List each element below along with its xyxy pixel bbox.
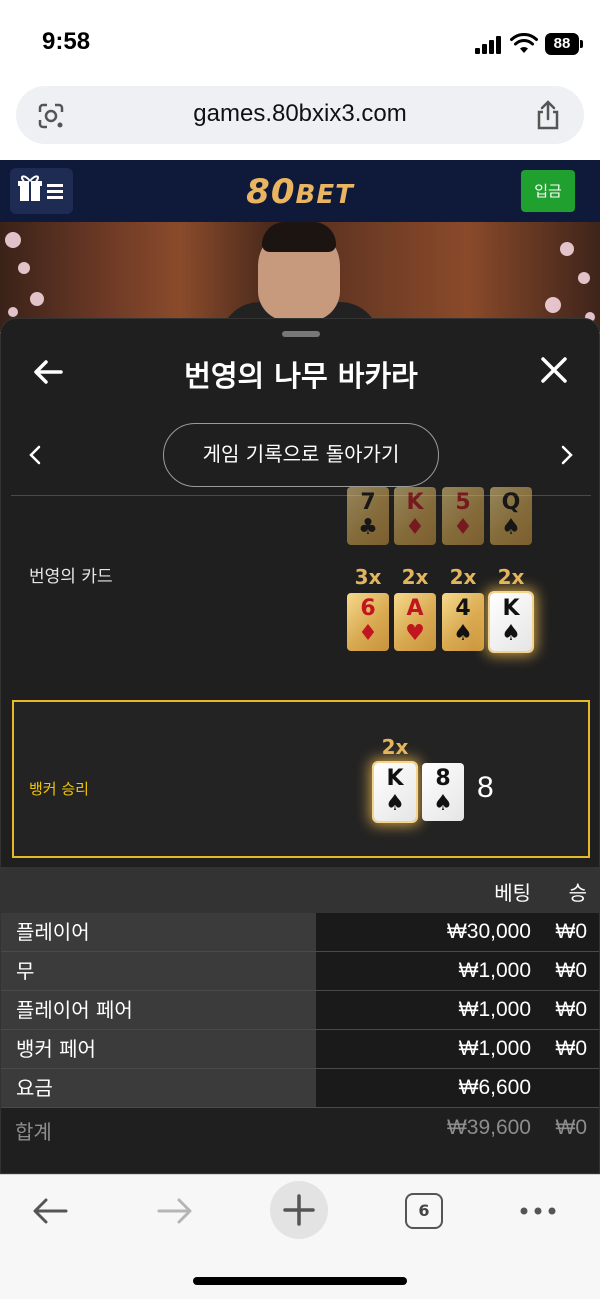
multiplier-label: 3x bbox=[354, 565, 382, 589]
total-bet: ₩39,600 bbox=[446, 1116, 531, 1139]
site-header: 80BET 입금 bbox=[0, 160, 600, 222]
logo-number: 80 bbox=[246, 172, 296, 212]
forward-icon[interactable] bbox=[155, 1195, 195, 1227]
multiplier-label: 2x bbox=[497, 565, 525, 589]
bet-amount: ₩1,000 bbox=[458, 959, 531, 982]
table-row: 뱅커 페어 ₩1,000 ₩0 bbox=[1, 1030, 599, 1069]
card: 7 ♣ bbox=[347, 487, 389, 545]
bet-amount: ₩6,600 bbox=[458, 1076, 531, 1099]
deposit-button[interactable]: 입금 bbox=[521, 170, 575, 212]
result-box bbox=[12, 700, 590, 858]
battery-icon: 88 bbox=[545, 33, 583, 55]
chevron-left-icon[interactable] bbox=[25, 443, 45, 467]
card: 6 ♦ bbox=[347, 593, 389, 651]
logo-text: BET bbox=[295, 180, 354, 210]
column-header-win: 승 bbox=[568, 881, 587, 905]
home-indicator bbox=[193, 1277, 407, 1285]
banker-card: 8 ♠ bbox=[422, 763, 464, 821]
sheet-title: 번영의 나무 바카라 bbox=[184, 359, 418, 393]
chevron-right-icon[interactable] bbox=[557, 443, 577, 467]
plus-icon bbox=[283, 1194, 315, 1226]
bet-table: 베팅 승 플레이어 ₩30,000 ₩0 무 ₩1,000 ₩0 플레이어 페어… bbox=[1, 867, 599, 1148]
table-row: 무 ₩1,000 ₩0 bbox=[1, 952, 599, 991]
tab-switcher-button[interactable]: 6 bbox=[405, 1193, 443, 1229]
bet-name: 무 bbox=[1, 952, 316, 990]
live-dealer-video bbox=[0, 222, 600, 332]
back-icon[interactable] bbox=[30, 1195, 70, 1227]
win-amount: ₩0 bbox=[555, 959, 588, 982]
card: 5 ♦ bbox=[442, 487, 484, 545]
table-row: 플레이어 페어 ₩1,000 ₩0 bbox=[1, 991, 599, 1030]
multiplier-label: 2x bbox=[381, 735, 409, 759]
total-win: ₩0 bbox=[555, 1116, 588, 1139]
win-amount: ₩0 bbox=[555, 1037, 588, 1060]
total-label: 합계 bbox=[15, 1120, 52, 1144]
bet-amount: ₩1,000 bbox=[458, 998, 531, 1021]
table-total-row: 합계 ₩39,600 ₩0 bbox=[1, 1108, 599, 1148]
card: K ♦ bbox=[394, 487, 436, 545]
banker-score: 8 bbox=[477, 771, 494, 804]
table-row: 요금 ₩6,600 bbox=[1, 1069, 599, 1108]
banker-card: K ♠ bbox=[374, 763, 416, 821]
bet-name: 요금 bbox=[1, 1069, 316, 1107]
share-icon[interactable] bbox=[534, 99, 562, 131]
game-detail-sheet: 번영의 나무 바카라 게임 기록으로 돌아가기 7 ♣ K ♦ 5 ♦ Q ♠ 번영의 … bbox=[0, 318, 600, 1174]
bet-amount: ₩1,000 bbox=[458, 1037, 531, 1060]
wifi-icon bbox=[510, 33, 538, 53]
win-amount: ₩0 bbox=[555, 998, 588, 1021]
bet-name: 뱅커 페어 bbox=[1, 1030, 316, 1068]
multiplier-label: 2x bbox=[449, 565, 477, 589]
site-logo[interactable]: 80BET bbox=[0, 172, 600, 212]
url-text[interactable]: games.80bxix3.com bbox=[16, 100, 584, 128]
address-bar[interactable]: games.80bxix3.com bbox=[16, 86, 584, 144]
result-label: 뱅커 승리 bbox=[29, 780, 89, 798]
status-bar: 9:58 88 bbox=[0, 0, 600, 80]
status-time: 9:58 bbox=[42, 28, 91, 55]
sheet-grabber[interactable] bbox=[282, 331, 320, 337]
bet-name: 플레이어 페어 bbox=[1, 991, 316, 1029]
card: A ♥ bbox=[394, 593, 436, 651]
bet-name: 플레이어 bbox=[1, 913, 316, 951]
card: Q ♠ bbox=[490, 487, 532, 545]
table-row: 플레이어 ₩30,000 ₩0 bbox=[1, 913, 599, 952]
new-tab-button[interactable] bbox=[270, 1181, 328, 1239]
multiplier-label: 2x bbox=[401, 565, 429, 589]
more-icon[interactable] bbox=[518, 1205, 558, 1217]
card-highlighted: K ♠ bbox=[490, 593, 532, 651]
win-amount: ₩0 bbox=[555, 920, 588, 943]
cellular-signal-icon bbox=[475, 36, 503, 54]
card: 4 ♠ bbox=[442, 593, 484, 651]
close-icon[interactable] bbox=[537, 353, 571, 387]
column-header-bet: 베팅 bbox=[494, 881, 531, 905]
bet-amount: ₩30,000 bbox=[446, 920, 531, 943]
table-header: 베팅 승 bbox=[1, 867, 599, 913]
prosperity-cards-label: 번영의 카드 bbox=[29, 567, 113, 587]
back-to-history-button[interactable]: 게임 기록으로 돌아가기 bbox=[163, 423, 439, 487]
